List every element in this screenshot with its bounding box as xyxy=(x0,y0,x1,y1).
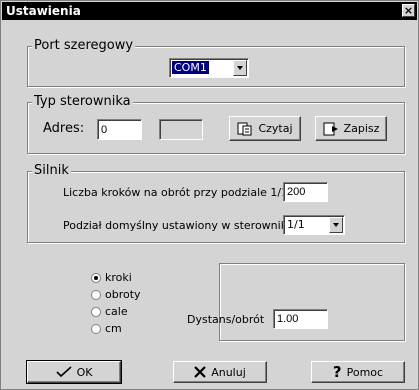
steps-input[interactable] xyxy=(283,182,328,202)
window-title: Ustawienia xyxy=(6,4,81,18)
checkmark-icon xyxy=(55,366,72,378)
division-select[interactable]: 1/1 xyxy=(283,215,345,235)
read-button[interactable]: Czytaj xyxy=(229,116,301,141)
chevron-down-icon[interactable] xyxy=(329,217,343,233)
question-icon: ? xyxy=(332,363,342,381)
close-button[interactable]: × xyxy=(402,4,415,17)
controller-type-legend: Typ sterownika xyxy=(32,94,133,109)
cancel-label: Anuluj xyxy=(211,365,246,379)
help-button[interactable]: ? Pomoc xyxy=(311,361,405,383)
read-label: Czytaj xyxy=(258,122,293,135)
address-label: Adres: xyxy=(43,121,85,136)
radio-cm-label: cm xyxy=(105,322,122,335)
help-label: Pomoc xyxy=(346,365,384,379)
ok-label: OK xyxy=(76,365,93,379)
radio-cm-dot[interactable] xyxy=(91,323,101,334)
address-status-field xyxy=(159,119,203,140)
radio-cale[interactable]: cale xyxy=(91,305,128,318)
read-icon xyxy=(237,122,252,135)
motor-group xyxy=(27,171,405,243)
radio-obroty[interactable]: obroty xyxy=(91,288,141,301)
motor-legend: Silnik xyxy=(32,163,71,178)
title-bar: Ustawienia × xyxy=(2,2,417,20)
chevron-down-icon[interactable] xyxy=(233,60,247,76)
settings-dialog: Ustawienia × Port szeregowy COM1 Typ ste… xyxy=(0,0,419,390)
radio-obroty-dot[interactable] xyxy=(91,289,101,300)
address-input[interactable] xyxy=(97,119,142,140)
save-icon xyxy=(323,122,338,135)
radio-cale-label: cale xyxy=(105,305,128,318)
distance-input[interactable] xyxy=(273,309,328,329)
distance-label: Dystans/obrót xyxy=(187,313,265,326)
radio-kroki[interactable]: kroki xyxy=(91,271,132,284)
radio-cm[interactable]: cm xyxy=(91,322,122,335)
cancel-button[interactable]: Anuluj xyxy=(173,361,267,383)
radio-kroki-label: kroki xyxy=(105,271,132,284)
division-value: 1/1 xyxy=(287,218,305,231)
x-icon xyxy=(194,366,206,378)
com-port-select[interactable]: COM1 xyxy=(169,58,249,78)
save-button[interactable]: Zapisz xyxy=(315,116,387,141)
distance-group xyxy=(219,263,405,341)
radio-obroty-label: obroty xyxy=(105,288,141,301)
radio-cale-dot[interactable] xyxy=(91,306,101,317)
ok-button[interactable]: OK xyxy=(26,360,122,384)
save-label: Zapisz xyxy=(343,122,380,135)
com-port-value: COM1 xyxy=(172,61,209,74)
close-icon: × xyxy=(403,4,414,17)
division-label: Podział domyślny ustawiony w sterowniku: xyxy=(63,219,298,232)
radio-kroki-dot[interactable] xyxy=(91,272,101,283)
steps-label: Liczba kroków na obrót przy podziale 1/1… xyxy=(63,186,292,199)
serial-port-legend: Port szeregowy xyxy=(32,38,136,53)
